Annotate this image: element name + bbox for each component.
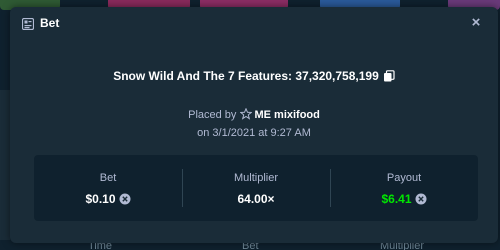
copy-icon[interactable] [383,70,395,82]
placed-by: Placed by ME mixifood [10,107,498,121]
bet-date: on 3/1/2021 at 9:27 AM [197,127,311,139]
modal-title: Bet [40,16,60,30]
coin-icon [415,193,427,205]
close-button[interactable]: × [466,13,486,33]
star-icon [239,107,253,120]
multiplier-value: 64.00× [237,192,275,206]
username-link[interactable]: ME mixifood [254,109,319,121]
stat-multiplier: Multiplier 64.00× [182,155,330,221]
payout-value: $6.41 [381,192,412,206]
coin-icon [119,193,131,205]
modal-header: Bet × [10,7,498,39]
stat-payout: Payout $6.41 [330,155,478,221]
bet-stats-panel: Bet $0.10 Multiplier 64.00× Payout $6.41 [34,155,478,221]
placed-by-label: Placed by [188,109,237,121]
bet-slip-icon [21,17,35,31]
bet-value: $0.10 [85,192,116,206]
background-panel [0,90,10,240]
game-id-text: Snow Wild And The 7 Features: 37,320,758… [113,69,379,83]
multiplier-label: Multiplier [233,172,278,184]
payout-amount: $6.41 [330,192,478,206]
stat-bet: Bet $0.10 [34,155,182,221]
bet-game-id: Snow Wild And The 7 Features: 37,320,758… [10,69,498,83]
bet-amount: $0.10 [34,192,182,206]
payout-label: Payout [386,172,422,184]
bet-details-modal: Bet × Snow Wild And The 7 Features: 37,3… [10,7,498,243]
bet-label: Bet [99,172,117,184]
